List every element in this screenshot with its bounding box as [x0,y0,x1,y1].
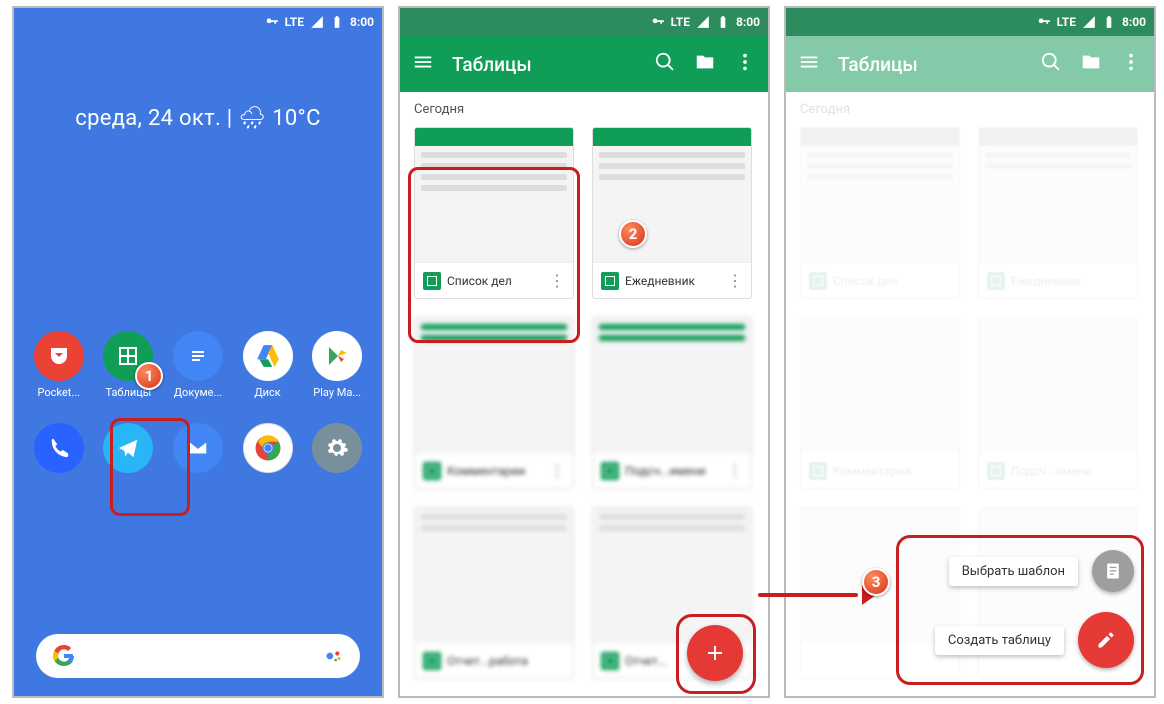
folder-icon[interactable] [1080,51,1102,77]
sheets-icon [423,462,441,480]
sheets-icon [601,462,619,480]
app-title: Таблицы [452,53,636,76]
document-card[interactable]: Подсч...имени ⋮ [592,317,752,489]
app-docs[interactable]: Докуме... [166,331,230,399]
highlight-fab [676,614,756,694]
signal-icon [696,15,710,29]
key-icon [1037,15,1051,29]
app-drive[interactable]: Диск [236,331,300,399]
app-label: Диск [254,386,280,399]
menu-icon[interactable] [412,51,434,77]
doc-name: Комментарии [447,464,543,478]
app-bar: Таблицы [786,36,1154,92]
battery-icon [1102,15,1116,29]
app-label: Pocket... [38,386,81,399]
app-label: Play Ма... [313,386,361,399]
home-screen: LTE 8:00 среда, 24 окт. | 🌧 10°C Pocket.… [12,6,384,698]
app-row-2 [14,423,382,473]
network-label: LTE [285,15,304,29]
card-more-icon[interactable]: ⋮ [549,461,565,480]
doc-name: Отчет...работа [447,654,565,668]
status-bar: LTE 8:00 [400,8,768,36]
more-icon[interactable] [734,51,756,77]
doc-name: Подсч...имени [625,464,721,478]
signal-icon [1082,15,1096,29]
folder-icon[interactable] [694,51,716,77]
google-search-bar[interactable] [36,634,360,678]
app-row-1: Pocket... Таблицы Докуме... Диск Play Ма… [14,331,382,399]
clock: 8:00 [350,15,374,29]
sheets-icon [601,272,619,290]
document-card[interactable]: Отчет...работа [414,507,574,679]
signal-icon [310,15,324,29]
app-settings[interactable] [305,423,369,473]
search-icon[interactable] [654,51,676,77]
doc-name: Ежедневник [625,274,721,288]
battery-icon [330,15,344,29]
app-label: Докуме... [174,386,222,399]
document-card[interactable]: Ежедневник ⋮ [592,127,752,299]
key-icon [265,15,279,29]
search-icon[interactable] [1040,51,1062,77]
sheets-icon [423,652,441,670]
section-header: Сегодня [400,92,768,127]
sheets-app-screen: LTE 8:00 Таблицы Сегодня Список дел⋮ Еже… [398,6,770,698]
google-logo-icon [52,644,76,668]
card-more-icon[interactable]: ⋮ [727,271,743,290]
app-phone[interactable] [27,423,91,473]
app-pocket[interactable]: Pocket... [27,331,91,399]
assistant-icon[interactable] [324,646,344,666]
highlight-2 [408,167,580,343]
app-chrome[interactable] [236,423,300,473]
sheets-icon [601,652,619,670]
battery-icon [716,15,730,29]
card-more-icon[interactable]: ⋮ [727,461,743,480]
step-badge-1: 1 [135,362,163,390]
menu-icon[interactable] [798,51,820,77]
arrow-annotation [758,588,876,600]
network-label: LTE [1057,15,1076,29]
app-bar: Таблицы [400,36,768,92]
weather-widget[interactable]: среда, 24 окт. | 🌧 10°C [14,36,382,131]
clock: 8:00 [1122,15,1146,29]
highlight-3 [896,535,1144,685]
key-icon [651,15,665,29]
more-icon[interactable] [1120,51,1142,77]
status-bar: LTE 8:00 [14,8,382,36]
status-bar: LTE 8:00 [786,8,1154,36]
clock: 8:00 [736,15,760,29]
step-badge-2: 2 [619,220,647,248]
app-play[interactable]: Play Ма... [305,331,369,399]
highlight-1 [110,418,190,516]
network-label: LTE [671,15,690,29]
app-title: Таблицы [838,53,1022,76]
step-badge-3: 3 [862,568,890,596]
